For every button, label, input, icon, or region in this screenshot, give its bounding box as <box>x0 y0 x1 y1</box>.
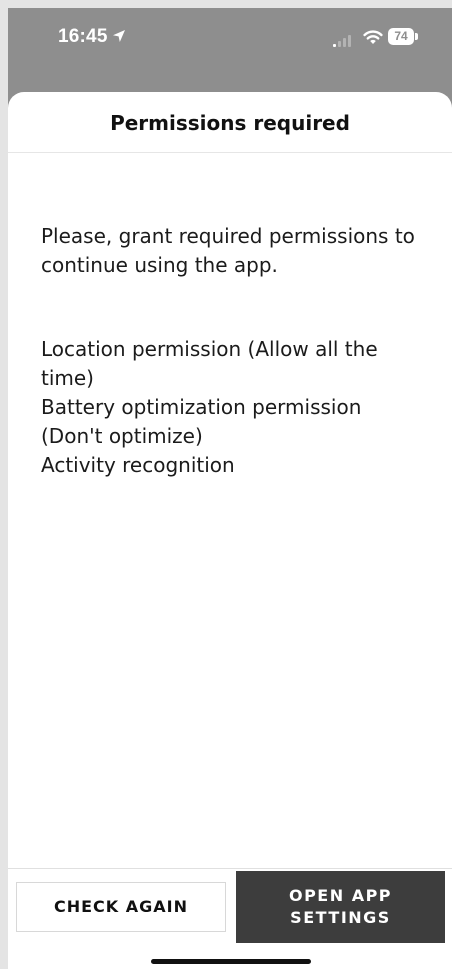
permissions-content: Please, grant required permissions to co… <box>41 222 426 480</box>
open-app-settings-label-line1: OPEN APP <box>288 886 393 905</box>
battery-icon: 74 <box>388 28 418 45</box>
action-footer: CHECK AGAIN OPEN APP SETTINGS <box>8 868 452 969</box>
app-screen: 16:45 74 Permissions required Please, gr… <box>0 0 452 969</box>
battery-level: 74 <box>388 28 414 45</box>
permission-item-battery: Battery optimization permission (Don't o… <box>41 395 362 448</box>
permission-item-activity: Activity recognition <box>41 453 235 477</box>
open-app-settings-label-line2: SETTINGS <box>290 908 391 927</box>
battery-nub <box>415 33 418 40</box>
time-text: 16:45 <box>58 26 108 47</box>
intro-text: Please, grant required permissions to co… <box>41 224 415 277</box>
page-title: Permissions required <box>110 111 350 135</box>
status-time: 16:45 <box>58 26 126 48</box>
permission-item-location: Location permission (Allow all the time) <box>41 337 378 390</box>
status-bar: 16:45 74 <box>8 8 452 64</box>
home-indicator[interactable] <box>151 959 311 964</box>
location-arrow-icon <box>112 30 125 42</box>
wifi-icon <box>363 30 383 44</box>
permissions-sheet: Permissions required Please, grant requi… <box>8 92 452 969</box>
open-app-settings-button[interactable]: OPEN APP SETTINGS <box>236 871 445 943</box>
cellular-signal-icon <box>333 35 351 47</box>
permission-list: Location permission (Allow all the time)… <box>41 335 426 480</box>
check-again-button[interactable]: CHECK AGAIN <box>16 882 226 932</box>
sheet-header: Permissions required <box>8 92 452 153</box>
